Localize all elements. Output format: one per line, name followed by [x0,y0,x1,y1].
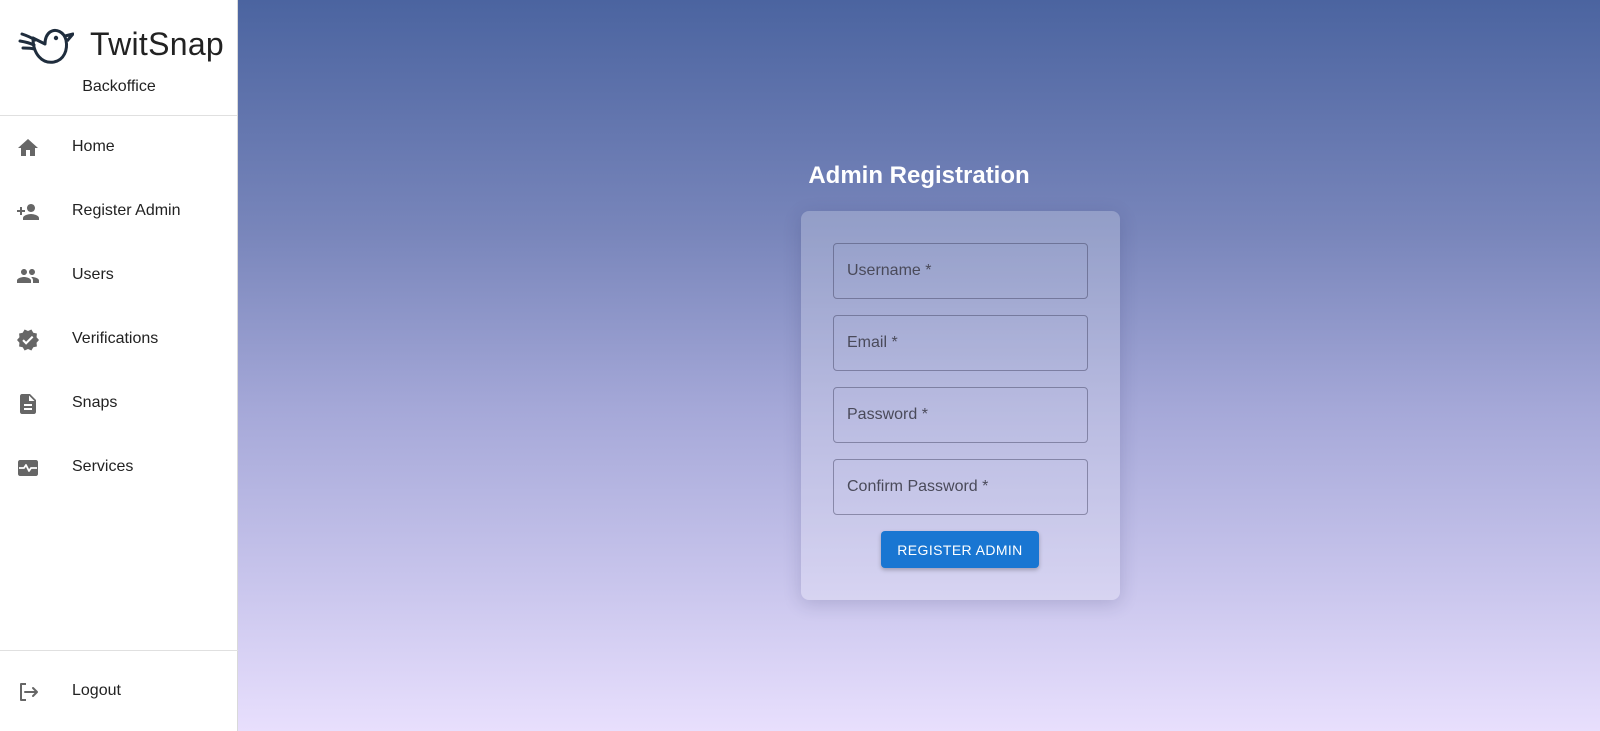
sidebar-item-snaps[interactable]: Snaps [0,372,238,436]
password-field[interactable] [833,387,1088,443]
brand-subtitle: Backoffice [82,78,156,95]
confirm-password-field[interactable] [833,459,1088,515]
sidebar-item-label: Home [72,138,115,155]
sidebar-item-home[interactable]: Home [0,116,238,180]
sidebar: TwitSnap Backoffice Home Register Admin … [0,0,238,731]
sidebar-item-label: Users [72,266,114,283]
registration-form: REGISTER ADMIN [801,211,1120,600]
username-field[interactable] [833,243,1088,299]
sidebar-item-label: Verifications [72,330,159,347]
register-admin-button[interactable]: REGISTER ADMIN [881,531,1039,568]
sidebar-item-label: Snaps [72,394,118,411]
bird-icon [18,28,74,64]
sidebar-item-register-admin[interactable]: Register Admin [0,180,238,244]
document-icon [20,394,36,414]
sidebar-item-services[interactable]: Services [0,436,238,500]
logout-icon [20,683,38,701]
sidebar-item-label: Register Admin [72,202,181,219]
logout-button[interactable]: Logout [0,651,238,731]
sidebar-item-label: Services [72,458,134,475]
email-field[interactable] [833,315,1088,371]
sidebar-item-verifications[interactable]: Verifications [0,308,238,372]
sidebar-item-users[interactable]: Users [0,244,238,308]
verified-icon [17,329,39,351]
person-add-icon [17,204,39,220]
logout-label: Logout [72,682,121,699]
people-icon [17,269,39,283]
page-title: Admin Registration [808,162,1030,189]
main-content: Admin Registration REGISTER ADMIN [238,0,1600,731]
brand-name: TwitSnap [90,26,225,62]
monitor-heart-icon [18,460,38,476]
sidebar-nav: Home Register Admin Users Verifications … [0,116,238,500]
sidebar-footer: Logout [0,650,238,731]
brand-header: TwitSnap Backoffice [0,0,237,116]
home-icon [18,139,38,156]
